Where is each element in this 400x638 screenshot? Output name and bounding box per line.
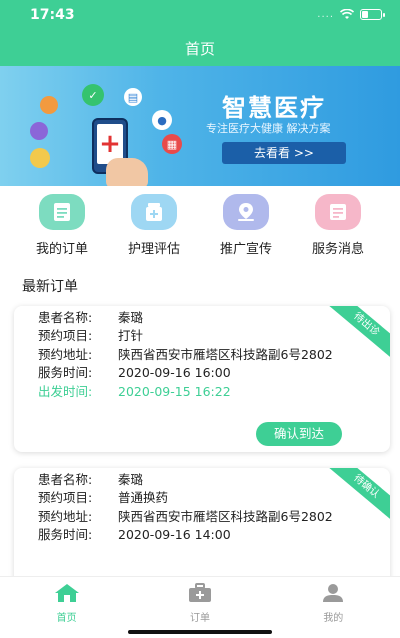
menu-label: 服务消息: [311, 242, 364, 257]
field-label: 预约地址:: [38, 508, 93, 524]
menu-item-orders[interactable]: 我的订单: [24, 194, 100, 260]
order-row-patient: 患者名称: 秦璐: [14, 472, 390, 487]
field-label: 预约项目:: [38, 490, 93, 505]
banner-subtitle: 专注医疗大健康 解决方案: [206, 122, 331, 135]
field-value: 2020-09-15 16:22: [118, 383, 231, 399]
order-card[interactable]: 待出诊 患者名称: 秦璐 预约项目: 打针 预约地址: 陕西省西安市雁塔区科技路副6号…: [14, 306, 390, 452]
section-title: 最新订单: [22, 279, 78, 295]
tab-home[interactable]: 首页: [37, 577, 97, 638]
banner-title: 智慧医疗: [222, 94, 326, 122]
field-value: 陕西省西安市雁塔区科技路副6号2802: [118, 346, 333, 362]
field-label: 预约项目:: [38, 328, 93, 343]
field-value: 2020-09-16 16:00: [118, 365, 231, 380]
tab-label: 我的: [323, 613, 344, 624]
medical-kit-icon: [188, 583, 211, 602]
status-bar: 17:43 ....: [0, 0, 400, 32]
order-row-patient: 患者名称: 秦璐: [14, 310, 390, 325]
tab-label: 首页: [56, 613, 77, 624]
page-title: 首页: [0, 32, 400, 66]
order-row-service-time: 服务时间: 2020-09-16 14:00: [14, 527, 390, 542]
order-row-address: 预约地址: 陕西省西安市雁塔区科技路副6号2802: [14, 509, 390, 524]
document-icon: ▤: [124, 88, 142, 106]
field-value: 2020-09-16 14:00: [118, 527, 231, 542]
menu-label: 护理评估: [127, 242, 180, 257]
clipboard-icon: [39, 194, 85, 230]
order-row-service-time: 服务时间: 2020-09-16 16:00: [14, 365, 390, 380]
medicine-icon: [131, 194, 177, 230]
battery-icon: [360, 9, 385, 20]
home-indicator: [128, 630, 272, 634]
calendar-icon: ▦: [162, 134, 182, 154]
clock-icon: [30, 148, 50, 168]
menu-label: 推广宣传: [219, 242, 272, 257]
tab-orders[interactable]: 订单: [170, 577, 230, 638]
home-icon: [54, 584, 79, 602]
tab-mine[interactable]: 我的: [303, 577, 363, 638]
field-value: 陕西省西安市雁塔区科技路副6号2802: [118, 508, 333, 524]
order-row-departure-time: 出发时间: 2020-09-15 16:22: [14, 384, 390, 399]
field-label: 服务时间:: [38, 365, 93, 380]
user-icon: [323, 584, 344, 602]
menu-item-assessment[interactable]: 护理评估: [116, 194, 192, 260]
doctor-icon: [40, 96, 58, 114]
hand-illustration: [106, 158, 148, 186]
person-icon: ●: [152, 110, 172, 130]
field-value: 普通换药: [118, 490, 169, 505]
menu-item-messages[interactable]: 服务消息: [300, 194, 376, 260]
confirm-arrival-button[interactable]: 确认到达: [256, 422, 342, 446]
field-label: 预约地址:: [38, 346, 93, 362]
check-icon: ✓: [82, 84, 104, 106]
message-icon: [315, 194, 361, 230]
order-row-address: 预约地址: 陕西省西安市雁塔区科技路副6号2802: [14, 347, 390, 362]
quick-menu: 我的订单 护理评估 推广宣传 服务消息: [0, 194, 400, 260]
signal-dots: ....: [317, 9, 334, 20]
field-label: 出发时间:: [38, 383, 93, 399]
folder-icon: [30, 122, 48, 140]
location-icon: [223, 194, 269, 230]
field-label: 患者名称:: [38, 309, 93, 325]
field-value: 打针: [118, 328, 144, 343]
status-time: 17:43: [30, 7, 75, 23]
field-label: 服务时间:: [38, 527, 93, 542]
banner[interactable]: ✓ ▤ ● ▦ + 智慧医疗 专注医疗大健康 解决方案 去看看 >>: [0, 66, 400, 186]
status-icons: ....: [317, 9, 385, 20]
tab-label: 订单: [189, 613, 210, 624]
menu-item-promotion[interactable]: 推广宣传: [208, 194, 284, 260]
order-card[interactable]: 待确认 患者名称: 秦璐 预约项目: 普通换药 预约地址: 陕西省西安市雁塔区科技路副…: [14, 468, 390, 588]
wifi-icon: [340, 9, 354, 19]
order-row-project: 预约项目: 打针: [14, 328, 390, 343]
banner-button[interactable]: 去看看 >>: [222, 142, 346, 164]
order-row-project: 预约项目: 普通换药: [14, 490, 390, 505]
tab-bar: 首页 订单 我的: [0, 576, 400, 638]
menu-label: 我的订单: [35, 242, 88, 257]
field-label: 患者名称:: [38, 471, 93, 487]
